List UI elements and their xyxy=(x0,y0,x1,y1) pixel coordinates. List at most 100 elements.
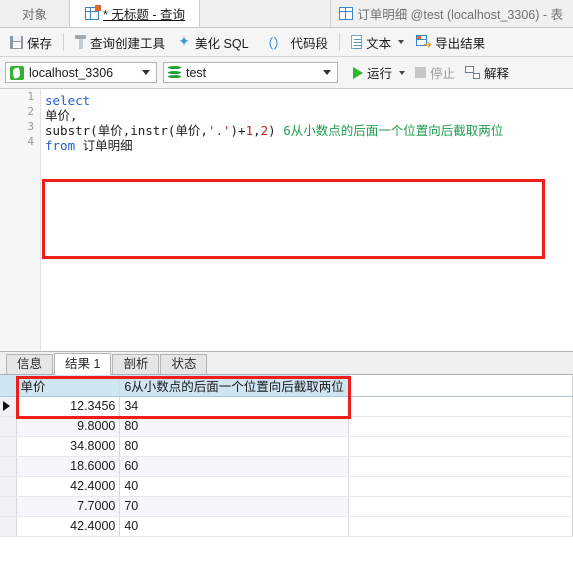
result-tab-0[interactable]: 信息 xyxy=(6,354,54,374)
cell-expression[interactable]: 40 xyxy=(119,476,349,497)
table-header-row: 单价 6从小数点的后面一个位置向后截取两位 xyxy=(0,375,573,397)
cell-price[interactable]: 7.7000 xyxy=(16,496,121,517)
database-dropdown-icon[interactable] xyxy=(319,70,335,75)
row-selector-cell[interactable] xyxy=(0,476,17,497)
execution-controls: 运行 停止 解释 xyxy=(348,61,514,84)
cell-price[interactable]: 9.8000 xyxy=(16,416,121,437)
tab-query-untitled[interactable]: * 无标题 - 查询 xyxy=(70,0,200,27)
sql-token: 单价 xyxy=(97,123,123,138)
database-value: test xyxy=(186,65,207,80)
line-number: 2 xyxy=(27,105,34,118)
result-grid-area[interactable]: 单价 6从小数点的后面一个位置向后截取两位 12.3456 34 9.8000 80 3… xyxy=(0,375,573,564)
cell-expression[interactable]: 70 xyxy=(119,496,349,517)
connection-bar: localhost_3306 test 运行 停止 解释 xyxy=(0,57,573,89)
cell-price[interactable]: 42.4000 xyxy=(16,516,121,537)
code-snippet-label: 代码段 xyxy=(290,36,329,51)
current-row-marker xyxy=(3,401,10,411)
query-builder-label: 查询创建工具 xyxy=(90,36,166,51)
database-icon xyxy=(168,66,181,80)
parentheses-icon: （） xyxy=(260,35,287,51)
sql-token: 单价 xyxy=(175,123,201,138)
cell-expression[interactable]: 80 xyxy=(119,416,349,437)
row-selector-header xyxy=(0,375,17,397)
sql-token: from xyxy=(45,138,76,153)
sql-line: from 订单明细 xyxy=(45,138,573,153)
window-tab-bar: 对象 * 无标题 - 查询 订单明细 @test (localhost_3306… xyxy=(0,0,573,28)
line-number: 1 xyxy=(27,90,34,103)
query-builder-button[interactable]: 查询创建工具 xyxy=(69,31,171,54)
sql-line: substr(单价,instr(单价,'.')+1,2) 6从小数点的后面一个位… xyxy=(45,123,573,138)
connection-value: localhost_3306 xyxy=(29,65,114,80)
cell-filler xyxy=(348,416,573,437)
sql-token: select xyxy=(45,93,91,108)
cell-price[interactable]: 18.6000 xyxy=(16,456,121,477)
sql-editor[interactable]: 1234 select 单价, substr(单价,instr(单价,'.')+1,… xyxy=(0,89,573,352)
column-header-expression[interactable]: 6从小数点的后面一个位置向后截取两位 xyxy=(119,375,349,397)
cell-filler xyxy=(348,456,573,477)
document-icon xyxy=(351,35,363,49)
cell-expression[interactable]: 40 xyxy=(119,516,349,537)
play-icon xyxy=(353,66,363,79)
table-row[interactable]: 42.4000 40 xyxy=(0,516,573,537)
code-snippet-button[interactable]: （） 代码段 xyxy=(255,31,335,54)
sql-token: )+ xyxy=(230,123,246,138)
sql-highlight-box xyxy=(42,179,545,259)
sql-token: 6从小数点的后面一个位置向后截取两位 xyxy=(283,123,504,138)
sql-token: ) xyxy=(268,123,284,138)
table-row[interactable]: 18.6000 60 xyxy=(0,456,573,477)
explain-button[interactable]: 解释 xyxy=(460,61,514,84)
connection-dropdown-icon[interactable] xyxy=(138,70,154,75)
table-row[interactable]: 42.4000 40 xyxy=(0,476,573,497)
beautify-sql-label: 美化 SQL xyxy=(195,36,249,51)
row-selector-cell[interactable] xyxy=(0,416,17,437)
tab-object[interactable]: 对象 xyxy=(0,0,71,27)
tab-query-label: * 无标题 - 查询 xyxy=(103,8,185,22)
chevron-down-icon[interactable] xyxy=(398,40,405,44)
tab-table-orderdetail[interactable]: 订单明细 @test (localhost_3306) - 表 xyxy=(330,0,573,27)
sql-code-area[interactable]: select 单价, substr(单价,instr(单价,'.')+1,2) 6从… xyxy=(45,93,573,153)
cell-price[interactable]: 34.8000 xyxy=(16,436,121,457)
result-tab-bar: 信息 结果 1 剖析 状态 xyxy=(0,352,573,375)
sparkle-icon: ✦ xyxy=(178,33,190,49)
cell-filler xyxy=(348,476,573,497)
row-selector-cell[interactable] xyxy=(0,456,17,477)
row-selector-cell[interactable] xyxy=(0,516,17,537)
column-header-filler xyxy=(348,375,573,397)
sql-token: substr( xyxy=(45,123,98,138)
cell-expression[interactable]: 80 xyxy=(119,436,349,457)
table-row[interactable]: 34.8000 80 xyxy=(0,436,573,457)
export-result-button[interactable]: ➜ 导出结果 xyxy=(410,31,491,54)
wrench-tool-icon xyxy=(75,35,87,49)
save-button[interactable]: 保存 xyxy=(4,31,58,54)
row-selector-cell[interactable] xyxy=(0,496,17,517)
cell-filler xyxy=(348,496,573,517)
row-selector-cell[interactable] xyxy=(0,436,17,457)
toolbar-separator-2 xyxy=(339,33,341,51)
table-row[interactable]: 9.8000 80 xyxy=(0,416,573,437)
cell-filler xyxy=(348,396,573,417)
connection-select[interactable]: localhost_3306 xyxy=(5,62,157,83)
result-grid[interactable]: 单价 6从小数点的后面一个位置向后截取两位 12.3456 34 9.8000 80 3… xyxy=(0,375,573,537)
cell-price[interactable]: 42.4000 xyxy=(16,476,121,497)
result-tab-2[interactable]: 剖析 xyxy=(112,354,160,374)
run-label: 运行 xyxy=(367,67,393,81)
run-chevron-down-icon[interactable] xyxy=(399,70,406,75)
export-icon: ➜ xyxy=(416,35,432,51)
tab-table-label: 订单明细 @test (localhost_3306) - 表 xyxy=(357,8,563,22)
beautify-sql-button[interactable]: ✦ 美化 SQL xyxy=(171,31,255,54)
text-mode-button[interactable]: 文本 xyxy=(345,31,410,54)
table-row[interactable]: 12.3456 34 xyxy=(0,396,573,417)
table-row[interactable]: 7.7000 70 xyxy=(0,496,573,517)
cell-price[interactable]: 12.3456 xyxy=(16,396,121,417)
cell-expression[interactable]: 34 xyxy=(119,396,349,417)
sql-token: '.' xyxy=(207,123,231,138)
run-button[interactable]: 运行 xyxy=(348,61,410,84)
column-header-price[interactable]: 单价 xyxy=(16,375,121,397)
stop-label: 停止 xyxy=(430,67,456,81)
result-tab-1[interactable]: 结果 1 xyxy=(54,353,112,375)
save-icon xyxy=(10,35,23,49)
database-select[interactable]: test xyxy=(163,62,338,83)
result-tab-3[interactable]: 状态 xyxy=(160,354,208,374)
cell-expression[interactable]: 60 xyxy=(119,456,349,477)
query-grid-icon xyxy=(85,5,102,20)
